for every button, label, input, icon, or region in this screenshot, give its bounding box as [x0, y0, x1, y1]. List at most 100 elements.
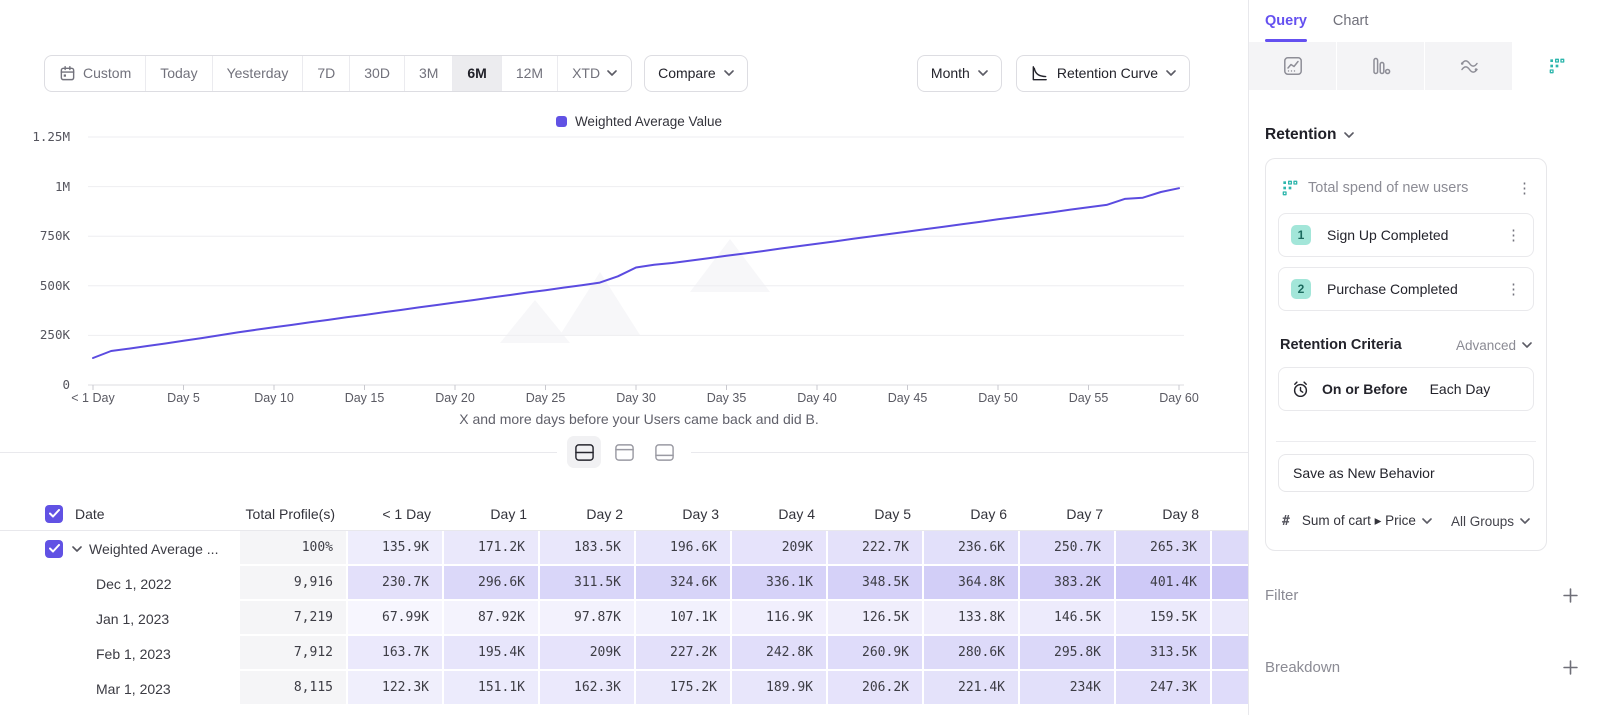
report-tab-retention-grid[interactable]: [1512, 42, 1600, 90]
kebab-menu-icon[interactable]: ⋮: [1506, 282, 1521, 297]
value-cell: 336.1K: [732, 566, 828, 601]
table-view-button[interactable]: [647, 436, 681, 468]
value-cell: 122.3K: [348, 671, 444, 706]
column-header-date[interactable]: Date: [70, 497, 240, 530]
add-breakdown-icon[interactable]: [1563, 660, 1578, 675]
section-breakdown: Breakdown: [1265, 649, 1578, 685]
date-range-12m[interactable]: 12M: [501, 56, 557, 91]
date-range-yesterday[interactable]: Yesterday: [212, 56, 303, 91]
behavior-step-2[interactable]: 2Purchase Completed⋮: [1278, 267, 1534, 311]
value-cell: 311.5K: [540, 566, 636, 601]
column-header-day-0: < 1 Day: [348, 497, 444, 530]
row-checkbox-cell: [0, 566, 70, 601]
x-tick-label: Day 40: [772, 391, 862, 405]
save-as-new-behavior-button[interactable]: Save as New Behavior: [1278, 454, 1534, 492]
x-tick-label: Day 50: [953, 391, 1043, 405]
value-cell-overflow: [1212, 671, 1248, 706]
chevron-down-icon: [1166, 70, 1176, 76]
group-dropdown[interactable]: All Groups: [1451, 514, 1530, 529]
add-filter-icon[interactable]: [1563, 588, 1578, 603]
row-label-cell: Dec 1, 2022: [70, 566, 240, 601]
row-expand-chevron-icon[interactable]: [72, 546, 82, 552]
value-cell: 364.8K: [924, 566, 1020, 601]
value-cell: 313.5K: [1116, 636, 1212, 671]
row-label-cell: Jan 1, 2023: [70, 601, 240, 636]
value-cell: 163.7K: [348, 636, 444, 671]
table-row: Feb 1, 20237,912163.7K195.4K209K227.2K24…: [0, 636, 1248, 671]
row-total-cell: 100%: [240, 531, 348, 566]
frequency-label: Each Day: [1430, 381, 1491, 397]
behavior-title: Total spend of new users: [1308, 180, 1507, 196]
value-cell: 206.2K: [828, 671, 924, 706]
tab-query[interactable]: Query: [1265, 13, 1307, 42]
date-range-label: 3M: [419, 65, 438, 81]
granularity-label: Month: [931, 65, 970, 81]
row-checkbox[interactable]: [45, 540, 63, 558]
value-cell: 146.5K: [1020, 601, 1116, 636]
chart-type-button[interactable]: Retention Curve: [1016, 55, 1190, 92]
value-cell: 209K: [540, 636, 636, 671]
value-cell: 171.2K: [444, 531, 540, 566]
row-label-cell: Weighted Average ...: [70, 531, 240, 566]
date-range-30d[interactable]: 30D: [349, 56, 404, 91]
value-cell: 296.6K: [444, 566, 540, 601]
value-cell: 87.92K: [444, 601, 540, 636]
date-range-6m[interactable]: 6M: [452, 56, 500, 91]
column-header-total-profiles: Total Profile(s): [240, 497, 348, 530]
chevron-down-icon: [607, 70, 617, 76]
kebab-menu-icon[interactable]: ⋮: [1517, 181, 1532, 196]
value-cell: 183.5K: [540, 531, 636, 566]
behavior-card: Total spend of new users ⋮ 1Sign Up Comp…: [1265, 158, 1547, 551]
measured-property-dropdown[interactable]: Sum of cart ▸ Price: [1302, 513, 1432, 529]
value-cell: 324.6K: [636, 566, 732, 601]
value-cell: 401.4K: [1116, 566, 1212, 601]
table-header-checkbox-cell: [0, 497, 70, 530]
row-label: Mar 1, 2023: [96, 681, 171, 697]
kebab-menu-icon[interactable]: ⋮: [1506, 228, 1521, 243]
select-all-checkbox[interactable]: [45, 505, 63, 523]
measurement-row: # Sum of cart ▸ Price All Groups: [1278, 504, 1534, 538]
behavior-step-1[interactable]: 1Sign Up Completed⋮: [1278, 213, 1534, 257]
row-total-cell: 9,916: [240, 566, 348, 601]
value-cell: 348.5K: [828, 566, 924, 601]
value-cell-overflow: [1212, 636, 1248, 671]
value-cell: 236.6K: [924, 531, 1020, 566]
tab-chart[interactable]: Chart: [1333, 13, 1368, 42]
date-range-7d[interactable]: 7D: [302, 56, 349, 91]
value-cell-overflow: [1212, 531, 1248, 566]
table-row: Mar 1, 20238,115122.3K151.1K162.3K175.2K…: [0, 671, 1248, 706]
criteria-mode-dropdown[interactable]: Advanced: [1456, 338, 1532, 353]
date-range-xtd[interactable]: XTD: [557, 56, 631, 91]
column-header-overflow: [1212, 497, 1248, 530]
date-range-label: 7D: [317, 65, 335, 81]
row-label: Weighted Average ...: [89, 541, 218, 557]
date-range-today[interactable]: Today: [145, 56, 211, 91]
report-tab-funnels-bars[interactable]: [1336, 42, 1424, 90]
date-range-label: 6M: [467, 65, 486, 81]
retention-curve-plot[interactable]: [88, 127, 1190, 397]
compare-button[interactable]: Compare: [644, 55, 748, 92]
value-cell: 260.9K: [828, 636, 924, 671]
criteria-condition-row[interactable]: On or Before Each Day: [1278, 367, 1534, 411]
x-tick-label: Day 60: [1134, 391, 1224, 405]
granularity-button[interactable]: Month: [917, 55, 1002, 92]
table-row: Weighted Average ...100%135.9K171.2K183.…: [0, 531, 1248, 566]
section-label: Filter: [1265, 587, 1563, 604]
table-row: Dec 1, 20229,916230.7K296.6K311.5K324.6K…: [0, 566, 1248, 601]
date-range-3m[interactable]: 3M: [404, 56, 452, 91]
value-cell: 107.1K: [636, 601, 732, 636]
value-cell: 247.3K: [1116, 671, 1212, 706]
report-tab-insights-chart[interactable]: [1249, 42, 1336, 90]
x-tick-label: Day 15: [320, 391, 410, 405]
chevron-down-icon: [1344, 132, 1354, 138]
x-tick-label: Day 30: [591, 391, 681, 405]
retention-section-dropdown[interactable]: Retention: [1265, 126, 1600, 144]
y-tick-label: 500K: [40, 278, 70, 293]
date-range-custom[interactable]: Custom: [45, 56, 145, 91]
row-total-cell: 7,219: [240, 601, 348, 636]
split-view-button[interactable]: [567, 436, 601, 468]
chart-view-button[interactable]: [607, 436, 641, 468]
value-cell: 280.6K: [924, 636, 1020, 671]
report-tab-flows[interactable]: [1424, 42, 1512, 90]
legend-swatch: [556, 116, 567, 127]
